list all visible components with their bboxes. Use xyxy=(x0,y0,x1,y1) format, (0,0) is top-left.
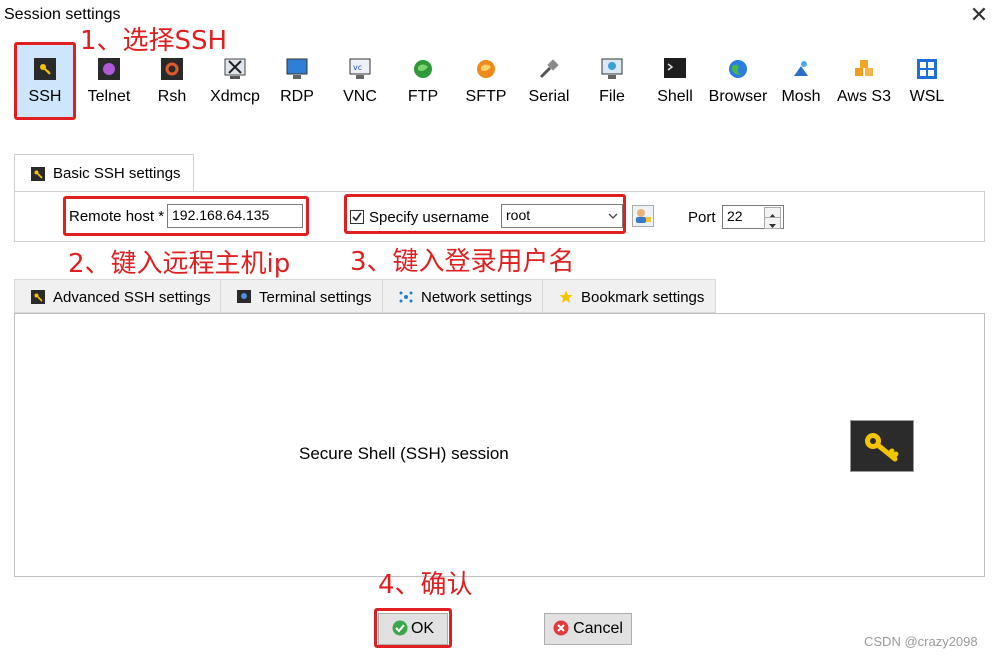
annotation-box-remote-host xyxy=(63,196,309,236)
session-type-serial[interactable]: Serial xyxy=(518,44,580,118)
annotation-step1: 1、选择SSH xyxy=(80,26,228,56)
tab-advanced-ssh-settings[interactable]: Advanced SSH settings xyxy=(14,279,221,313)
toolbar-label: Xdmcp xyxy=(210,88,260,105)
user-picker-button[interactable] xyxy=(632,205,654,227)
toolbar-label: Rsh xyxy=(157,88,187,105)
watermark: CSDN @crazy2098 xyxy=(864,634,978,649)
port-decrement-button[interactable] xyxy=(764,217,781,229)
session-type-file[interactable]: File xyxy=(581,44,643,118)
session-type-shell[interactable]: Shell xyxy=(644,44,706,118)
session-type-rdp[interactable]: RDP xyxy=(266,44,328,118)
tab-basic-ssh-settings[interactable]: Basic SSH settings xyxy=(14,154,194,192)
session-type-sftp[interactable]: SFTP xyxy=(455,44,517,118)
toolbar-label: WSL xyxy=(909,88,945,105)
toolbar-label: Browser xyxy=(708,88,768,105)
toolbar-label: VNC xyxy=(343,88,377,105)
cancel-label: Cancel xyxy=(573,620,623,637)
toolbar-label: Mosh xyxy=(781,88,821,105)
rdp-icon xyxy=(286,58,308,79)
aws-s3-icon xyxy=(855,60,873,76)
session-type-wsl[interactable]: WSL xyxy=(896,44,958,118)
terminal-icon xyxy=(237,290,251,303)
file-icon xyxy=(601,58,623,79)
toolbar-label: SFTP xyxy=(465,88,507,105)
port-label: Port xyxy=(688,209,716,226)
wsl-icon xyxy=(917,59,937,79)
annotation-box-ssh xyxy=(14,42,76,120)
telnet-icon xyxy=(98,58,120,80)
triangle-down-icon xyxy=(769,224,776,228)
cancel-button[interactable]: Cancel xyxy=(544,613,632,645)
tab-label: Advanced SSH settings xyxy=(53,289,211,306)
annotation-step4: 4、确认 xyxy=(378,570,473,600)
session-type-aws-s3[interactable]: Aws S3 xyxy=(833,44,895,118)
session-type-browser[interactable]: Browser xyxy=(707,44,769,118)
ssh-key-icon xyxy=(31,290,45,304)
toolbar-label: Serial xyxy=(528,88,570,105)
shell-icon xyxy=(664,58,686,78)
tab-label: Basic SSH settings xyxy=(53,165,181,182)
tab-terminal-settings[interactable]: Terminal settings xyxy=(220,279,383,313)
close-icon[interactable]: ✕ xyxy=(968,2,990,28)
session-type-vnc[interactable]: vc VNC xyxy=(329,44,391,118)
tab-bookmark-settings[interactable]: Bookmark settings xyxy=(542,279,716,313)
annotation-step2: 2、键入远程主机ip xyxy=(68,249,291,279)
toolbar-label: RDP xyxy=(280,88,314,105)
toolbar-label: File xyxy=(599,88,625,105)
star-icon xyxy=(559,290,573,303)
ftp-icon xyxy=(414,60,432,78)
vnc-icon: vc xyxy=(349,58,371,79)
network-icon xyxy=(399,291,413,303)
serial-icon xyxy=(539,59,559,79)
session-type-mosh[interactable]: Mosh xyxy=(770,44,832,118)
ssh-key-icon xyxy=(31,167,45,181)
sftp-icon xyxy=(477,60,495,78)
port-spinbox[interactable]: 22 xyxy=(722,205,784,229)
ssh-key-large-icon xyxy=(850,420,914,472)
svg-text:vc: vc xyxy=(353,63,362,72)
annotation-step3: 3、键入登录用户名 xyxy=(350,247,575,277)
tab-network-settings[interactable]: Network settings xyxy=(382,279,543,313)
tab-label: Terminal settings xyxy=(259,289,372,306)
tab-label: Network settings xyxy=(421,289,532,306)
cancel-circle-icon xyxy=(553,620,569,636)
session-type-ftp[interactable]: FTP xyxy=(392,44,454,118)
rsh-icon xyxy=(161,58,183,80)
port-value: 22 xyxy=(727,208,743,224)
toolbar-label: FTP xyxy=(407,88,439,105)
browser-icon xyxy=(729,60,747,78)
session-description: Secure Shell (SSH) session xyxy=(299,444,509,463)
user-icon xyxy=(636,209,651,223)
toolbar-label: Aws S3 xyxy=(837,88,891,105)
annotation-box-ok xyxy=(374,608,452,648)
xdmcp-icon xyxy=(224,58,246,79)
mosh-icon xyxy=(794,61,808,76)
toolbar-label: Shell xyxy=(657,88,693,105)
toolbar-label: Telnet xyxy=(87,88,131,105)
tab-label: Bookmark settings xyxy=(581,289,705,306)
annotation-box-username xyxy=(344,194,626,234)
